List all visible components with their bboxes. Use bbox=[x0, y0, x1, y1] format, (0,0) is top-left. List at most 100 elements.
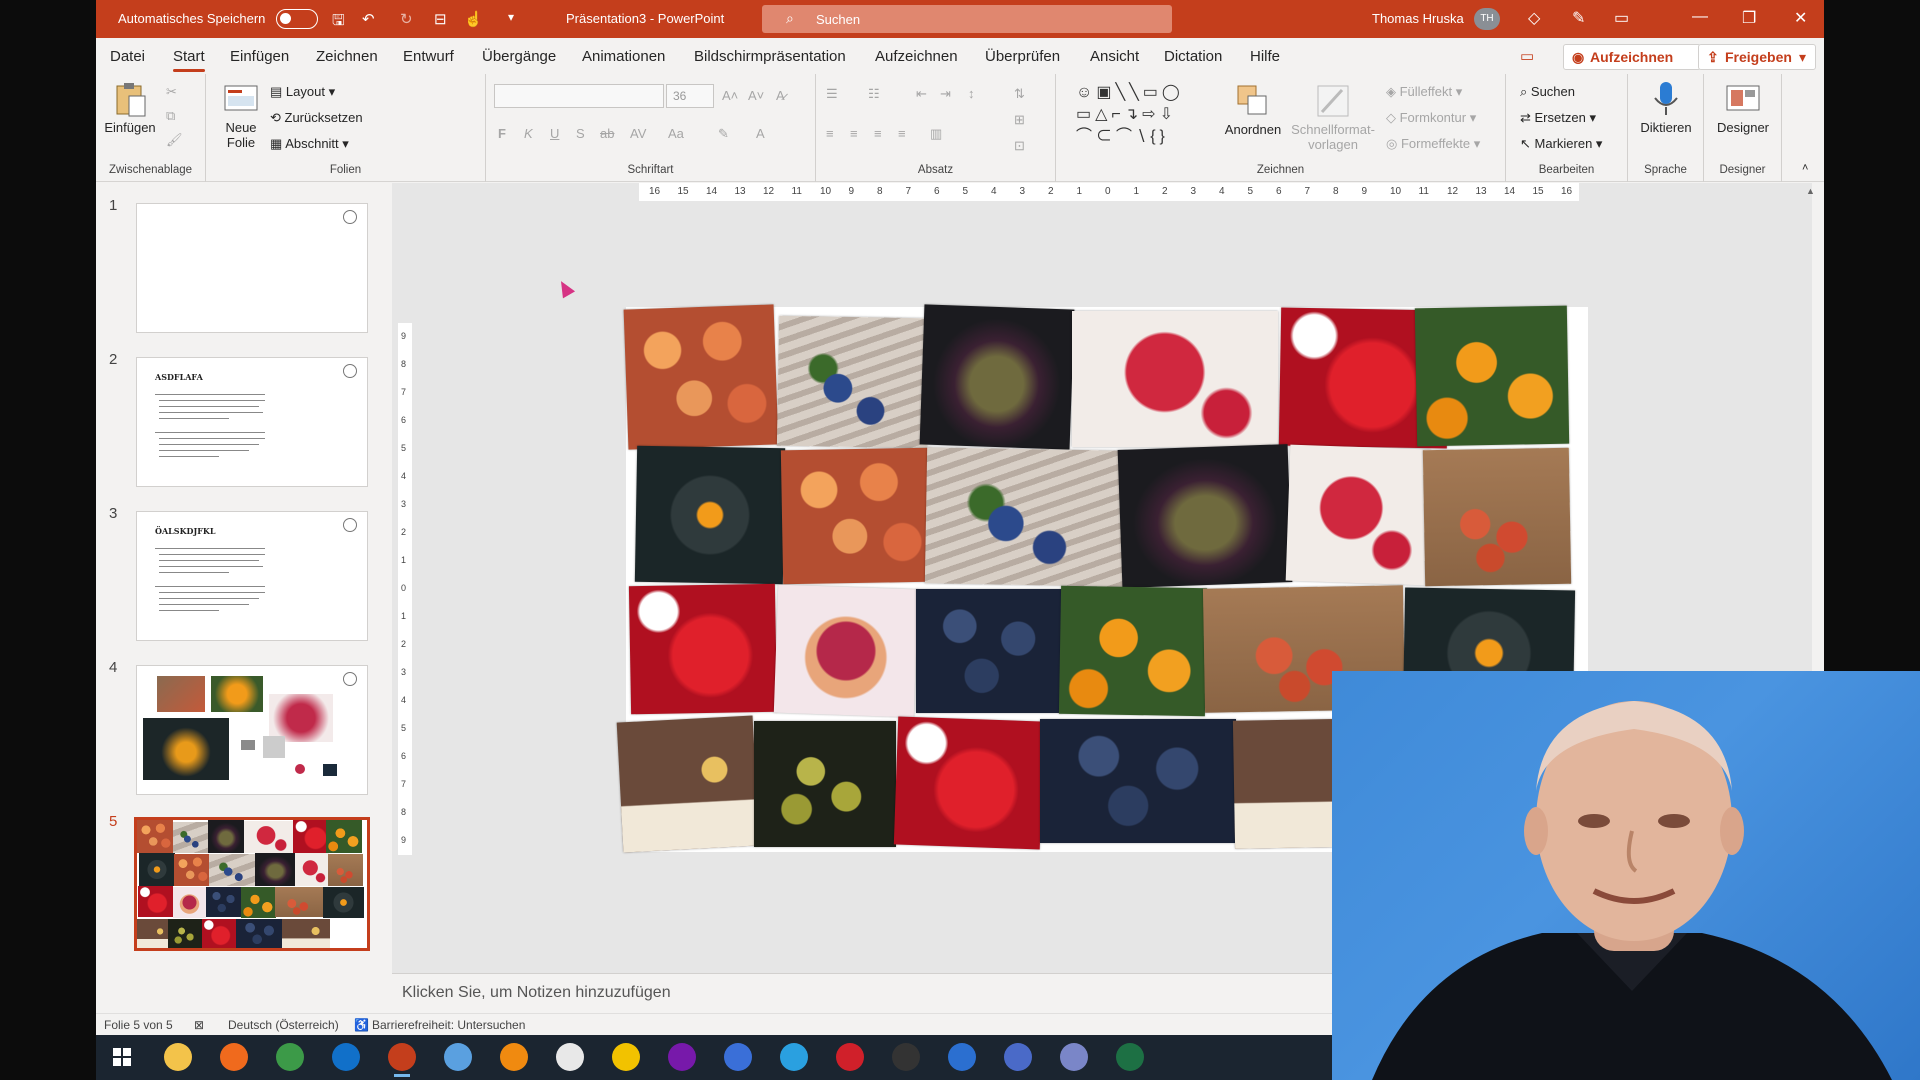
pixel-icon[interactable] bbox=[612, 1043, 640, 1071]
scroll-up-icon[interactable]: ▲ bbox=[1806, 186, 1820, 198]
tab-hilfe[interactable]: Hilfe bbox=[1250, 48, 1280, 65]
tab-start[interactable]: Start bbox=[173, 48, 205, 72]
align-left-icon[interactable]: ≡ bbox=[826, 126, 834, 141]
accessibility-checker[interactable]: Barrierefreiheit: Untersuchen bbox=[372, 1018, 525, 1032]
slide-photo-raspberries-bowl[interactable] bbox=[773, 584, 919, 718]
shrink-font-icon[interactable]: A˅ bbox=[748, 88, 764, 103]
slide-thumbnail-3[interactable]: ÖALSKDJFKL bbox=[136, 511, 368, 641]
slide-photo-blueberries-dark[interactable] bbox=[1040, 719, 1236, 843]
select-button[interactable]: ↖ Markieren ▾ bbox=[1520, 136, 1602, 152]
share-button[interactable]: ⇪ Freigeben ▾ bbox=[1698, 44, 1816, 70]
slide-thumbnail-1[interactable] bbox=[136, 203, 368, 333]
smartart-icon[interactable]: ⊡ bbox=[1014, 138, 1025, 154]
reset-button[interactable]: ⟲ Zurücksetzen bbox=[270, 110, 363, 126]
avatar[interactable]: TH bbox=[1474, 8, 1500, 30]
chrome-icon[interactable] bbox=[276, 1043, 304, 1071]
slide-photo-blueberries[interactable] bbox=[924, 447, 1128, 587]
quick-styles-button[interactable]: Schnellformat-vorlagen bbox=[1288, 82, 1378, 152]
minimize-icon[interactable]: — bbox=[1692, 8, 1708, 26]
customize-qat-icon[interactable]: ▾ bbox=[508, 10, 514, 24]
slide-photo-raspberry[interactable] bbox=[1072, 311, 1278, 447]
tab-uebergaenge[interactable]: Übergänge bbox=[482, 48, 556, 65]
indent-increase-icon[interactable]: ⇥ bbox=[940, 86, 951, 102]
columns-icon[interactable]: ▥ bbox=[930, 126, 942, 142]
firefox-icon[interactable] bbox=[220, 1043, 248, 1071]
collapse-ribbon-icon[interactable]: ˄ bbox=[1802, 162, 1808, 174]
layout-button[interactable]: ▤ Layout ▾ bbox=[270, 84, 335, 100]
media-icon[interactable] bbox=[948, 1043, 976, 1071]
align-center-icon[interactable]: ≡ bbox=[850, 126, 858, 141]
tab-ansicht[interactable]: Ansicht bbox=[1090, 48, 1139, 65]
slide-photo-blood-orange-board[interactable] bbox=[1422, 447, 1572, 587]
slide-photo-apples[interactable] bbox=[780, 447, 934, 585]
slide-photo-raspberry[interactable] bbox=[1285, 444, 1431, 586]
comments-icon[interactable]: ▭ bbox=[1520, 47, 1534, 65]
line-spacing-icon[interactable]: ↕ bbox=[968, 86, 975, 101]
vlc-icon[interactable] bbox=[500, 1043, 528, 1071]
pen-icon[interactable]: ✎ bbox=[1572, 8, 1585, 28]
replace-button[interactable]: ⇄ Ersetzen ▾ bbox=[1520, 110, 1596, 126]
excel-icon[interactable] bbox=[1116, 1043, 1144, 1071]
undo-icon[interactable]: ↶ bbox=[362, 10, 375, 28]
slide-photo-limes[interactable] bbox=[754, 721, 896, 847]
slide-photo-oranges-tree[interactable] bbox=[1414, 305, 1570, 447]
tab-aufzeichnen[interactable]: Aufzeichnen bbox=[875, 48, 958, 65]
obs-icon[interactable] bbox=[892, 1043, 920, 1071]
snip-icon[interactable] bbox=[444, 1043, 472, 1071]
grow-font-icon[interactable]: A˄ bbox=[722, 88, 738, 103]
underline-icon[interactable]: U bbox=[550, 126, 559, 141]
justify-icon[interactable]: ≡ bbox=[898, 126, 906, 141]
strikethrough-icon[interactable]: ab bbox=[600, 126, 614, 141]
designer-button[interactable]: Designer bbox=[1708, 80, 1778, 135]
shape-effects-button[interactable]: ◎ Formeffekte ▾ bbox=[1386, 136, 1480, 152]
tab-bildschirmpraesentation[interactable]: Bildschirmpräsentation bbox=[694, 48, 846, 65]
language-indicator[interactable]: Deutsch (Österreich) bbox=[228, 1018, 339, 1032]
teams-icon[interactable] bbox=[1060, 1043, 1088, 1071]
case-icon[interactable]: Aa bbox=[668, 126, 684, 141]
outlook-icon[interactable] bbox=[332, 1043, 360, 1071]
windows-start-icon[interactable] bbox=[108, 1043, 136, 1071]
font-color-icon[interactable]: A bbox=[756, 126, 765, 141]
slide-photo-strawberry[interactable] bbox=[628, 583, 778, 715]
powerpoint-icon[interactable] bbox=[388, 1043, 416, 1077]
bullets-icon[interactable]: ☰ bbox=[826, 86, 838, 102]
slide-photo-blueberries-dark[interactable] bbox=[916, 589, 1062, 713]
copy-icon[interactable]: ⧉ bbox=[166, 108, 175, 124]
spellcheck-icon[interactable]: ⊠ bbox=[194, 1018, 204, 1032]
cut-icon[interactable]: ✂ bbox=[166, 84, 177, 100]
shapes-gallery[interactable]: ☺▣╲╲▭◯ ▭△⌐↴⇨⇩ ⌒⊂⌒∖{} bbox=[1076, 82, 1216, 150]
premium-diamond-icon[interactable]: ◇ bbox=[1528, 8, 1540, 28]
slide-photo-smoothies[interactable] bbox=[616, 715, 760, 853]
paint-icon[interactable] bbox=[556, 1043, 584, 1071]
spacing-icon[interactable]: AV bbox=[630, 126, 646, 141]
font-size-select[interactable]: 36 bbox=[666, 84, 714, 108]
slide-photo-fig[interactable] bbox=[919, 304, 1075, 450]
shadow-icon[interactable]: S bbox=[576, 126, 585, 141]
font-family-select[interactable] bbox=[494, 84, 664, 108]
visio-icon[interactable] bbox=[724, 1043, 752, 1071]
record-button[interactable]: ◉ Aufzeichnen bbox=[1563, 44, 1701, 70]
slide-photo-strawberry[interactable] bbox=[893, 716, 1045, 850]
align-text-icon[interactable]: ⊞ bbox=[1014, 112, 1025, 128]
align-right-icon[interactable]: ≡ bbox=[874, 126, 882, 141]
tab-datei[interactable]: Datei bbox=[110, 48, 145, 65]
text-direction-icon[interactable]: ⇅ bbox=[1014, 86, 1025, 102]
onenote-icon[interactable] bbox=[668, 1043, 696, 1071]
slide-photo-oranges-tree[interactable] bbox=[1058, 585, 1208, 717]
bold-icon[interactable]: F bbox=[498, 126, 506, 141]
camtasia-icon[interactable] bbox=[1004, 1043, 1032, 1071]
search-box[interactable]: ⌕ Suchen bbox=[762, 5, 1172, 33]
slide-photo-blueberries[interactable] bbox=[776, 315, 930, 449]
tab-einfuegen[interactable]: Einfügen bbox=[230, 48, 289, 65]
slide-thumbnail-4[interactable] bbox=[136, 665, 368, 795]
tab-dictation[interactable]: Dictation bbox=[1164, 48, 1222, 65]
highlight-icon[interactable]: ✎ bbox=[718, 126, 729, 142]
touch-mode-icon[interactable]: ☝ bbox=[464, 10, 483, 28]
slide-photo-fig[interactable] bbox=[1117, 444, 1293, 588]
telegram-icon[interactable] bbox=[780, 1043, 808, 1071]
acrobat-icon[interactable] bbox=[836, 1043, 864, 1071]
clear-format-icon[interactable]: A̷ bbox=[776, 88, 785, 103]
slide-thumbnail-2[interactable]: ASDFLAFA bbox=[136, 357, 368, 487]
slide-photo-oranges-bowl[interactable] bbox=[634, 445, 786, 585]
notes-pane[interactable]: Klicken Sie, um Notizen hinzuzufügen bbox=[392, 973, 1432, 1013]
